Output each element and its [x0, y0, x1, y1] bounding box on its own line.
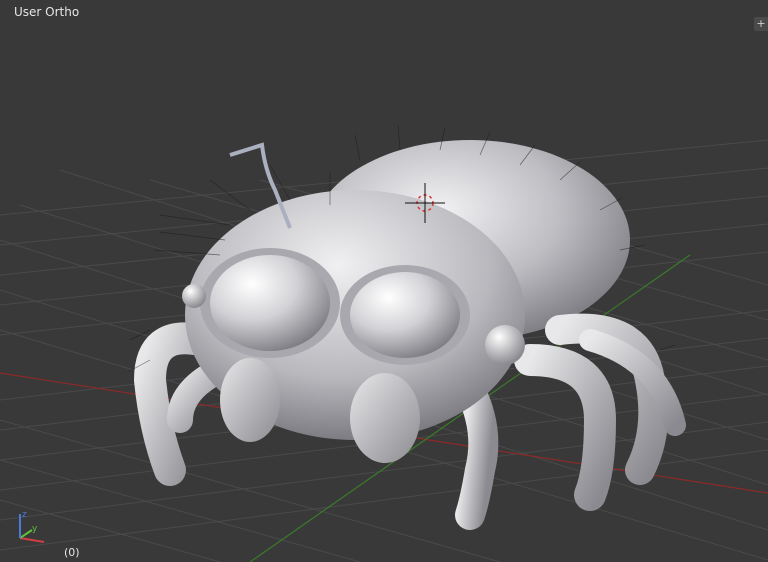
- spider-eye-right: [350, 272, 460, 358]
- axis-orientation-gizmo: z y: [19, 510, 45, 543]
- axis-y-line: [19, 529, 33, 539]
- spider-leg-right-3: [455, 375, 499, 530]
- spider-eye-left: [210, 255, 330, 351]
- scene-canvas[interactable]: [0, 0, 768, 562]
- 3d-viewport[interactable]: User Ortho + z y (0): [0, 0, 768, 562]
- axis-z-label: z: [22, 510, 27, 520]
- spider-pedipalp-left: [220, 358, 280, 442]
- spider-pedipalp-right: [350, 373, 420, 463]
- axis-y-label: y: [32, 524, 38, 534]
- spider-eye-small-left: [182, 284, 206, 308]
- spider-leg-right-2: [514, 344, 617, 511]
- current-frame-label: (0): [64, 546, 80, 559]
- view-mode-label: User Ortho: [14, 5, 80, 19]
- region-expand-icon[interactable]: +: [754, 17, 768, 31]
- axis-x-line: [19, 537, 45, 543]
- spider-model: [127, 124, 686, 530]
- spider-eye-small-right: [485, 325, 525, 365]
